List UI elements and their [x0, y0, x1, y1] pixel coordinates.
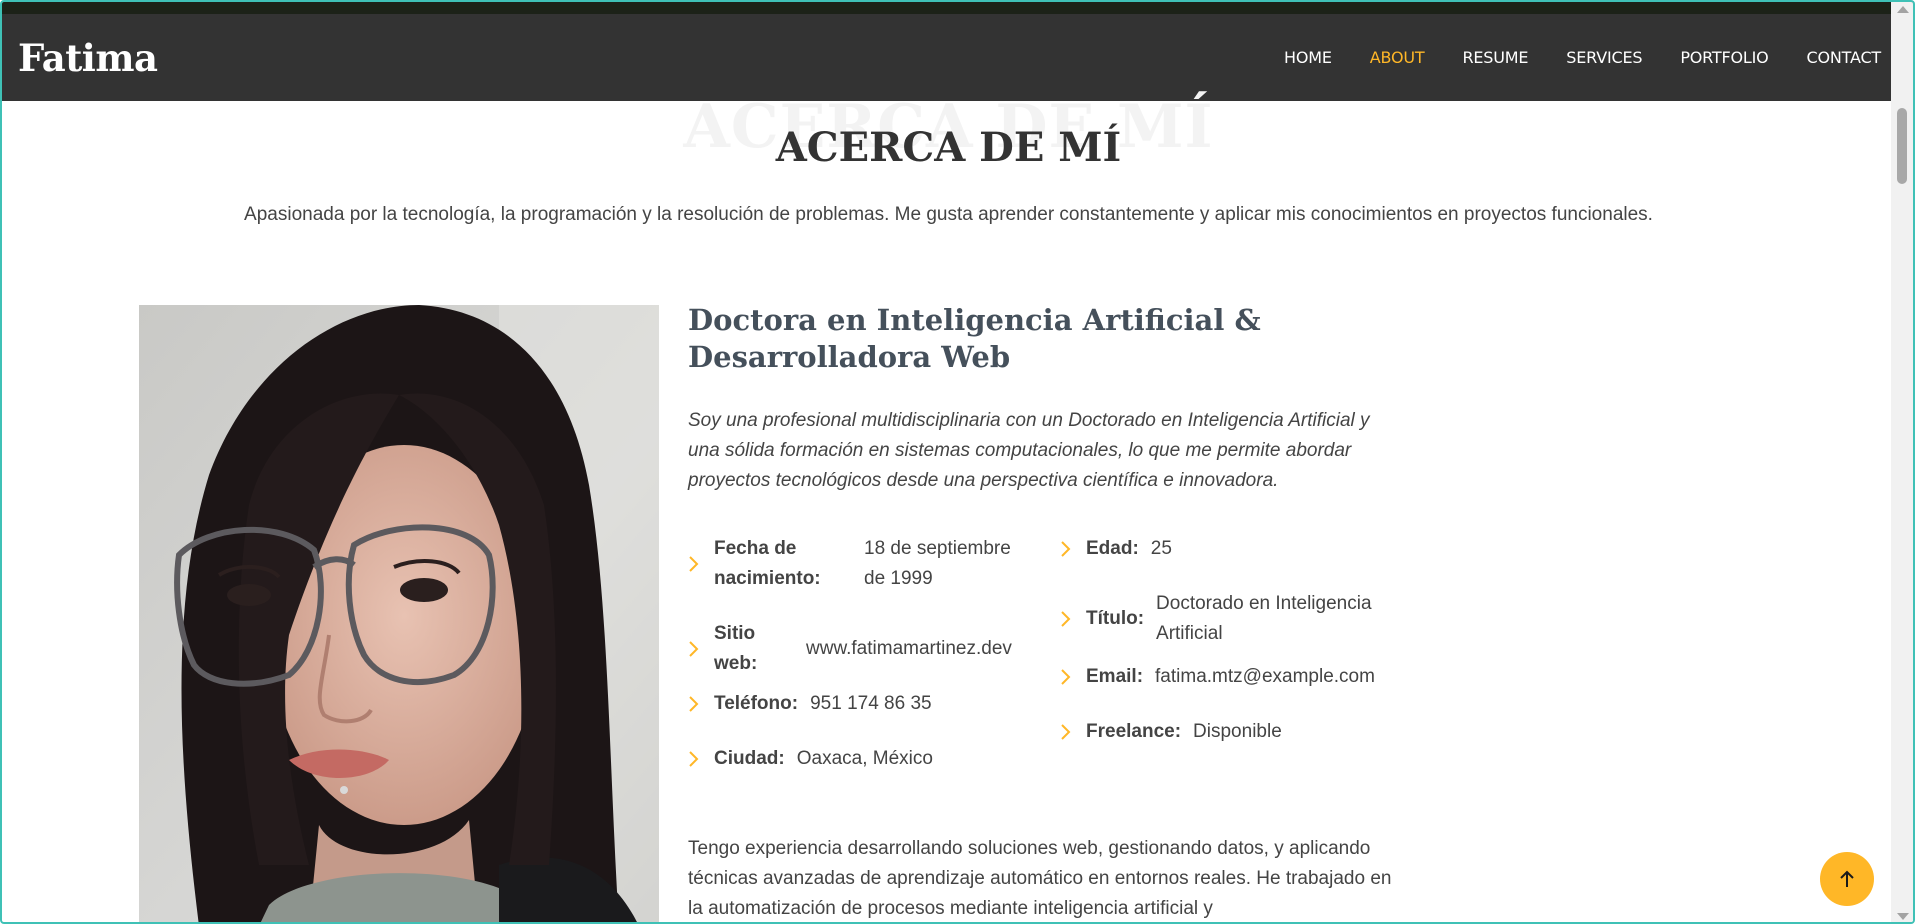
info-value: Disponible: [1193, 721, 1282, 742]
experience-paragraph: Tengo experiencia desarrollando solucion…: [688, 838, 1392, 919]
scroll-down-arrow-icon[interactable]: [1897, 913, 1909, 920]
nav-services[interactable]: SERVICES: [1566, 48, 1642, 67]
browser-viewport: Fatima HOME ABOUT RESUME SERVICES PORTFO…: [0, 0, 1915, 924]
chevron-right-icon: [688, 549, 714, 579]
chevron-right-icon: [1060, 534, 1086, 564]
intro-paragraph: Soy una profesional multidisciplinaria c…: [688, 410, 1370, 491]
info-label: Freelance:: [1086, 721, 1182, 742]
scroll-up-arrow-icon[interactable]: [1897, 6, 1909, 13]
info-value: 18 de septiembre de 1999: [864, 538, 1011, 589]
page-scrollbar[interactable]: [1891, 2, 1913, 922]
chevron-right-icon: [1060, 662, 1086, 692]
info-value: www.fatimamartinez.dev: [806, 638, 1012, 659]
info-label: Ciudad:: [714, 748, 785, 769]
chevron-right-icon: [688, 689, 714, 719]
info-label: Título:: [1086, 608, 1145, 629]
nav-about[interactable]: ABOUT: [1370, 48, 1425, 67]
info-value: 951 174 86 35: [810, 693, 932, 714]
info-email: Email: fatima.mtz@example.com: [1060, 662, 1375, 692]
info-phone: Teléfono: 951 174 86 35: [688, 689, 932, 719]
site-header: Fatima HOME ABOUT RESUME SERVICES PORTFO…: [2, 14, 1895, 101]
chevron-right-icon: [688, 634, 714, 664]
info-value: fatima.mtz@example.com: [1155, 666, 1375, 687]
nav-home[interactable]: HOME: [1284, 48, 1332, 67]
info-freelance: Freelance: Disponible: [1060, 717, 1282, 747]
role-title-line1: Doctora en Inteligencia Artificial &: [688, 303, 1261, 337]
info-label: Teléfono:: [714, 693, 799, 714]
nav-resume[interactable]: RESUME: [1462, 48, 1528, 67]
nav-portfolio[interactable]: PORTFOLIO: [1680, 48, 1768, 67]
info-value: Doctorado en Inteligencia Artificial: [1156, 593, 1372, 644]
nav-contact[interactable]: CONTACT: [1807, 48, 1882, 67]
info-city: Ciudad: Oaxaca, México: [688, 744, 933, 774]
section-subtitle: Apasionada por la tecnología, la program…: [244, 204, 1653, 225]
arrow-up-icon: [1840, 870, 1854, 887]
profile-portrait-illustration: [139, 305, 659, 922]
hero-image-strip: [2, 2, 1913, 14]
about-content: Doctora en Inteligencia Artificial & Des…: [688, 302, 1408, 919]
role-title: Doctora en Inteligencia Artificial & Des…: [688, 302, 1408, 376]
chevron-right-icon: [1060, 717, 1086, 747]
info-website: Sitio web: www.fatimamartinez.dev: [688, 619, 1058, 679]
info-label: Email:: [1086, 666, 1144, 687]
profile-photo: [139, 305, 659, 922]
role-title-line2: Desarrolladora Web: [688, 340, 1011, 374]
main-nav: HOME ABOUT RESUME SERVICES PORTFOLIO CON…: [1246, 48, 1881, 67]
info-value: 25: [1150, 538, 1172, 559]
info-label: Edad:: [1086, 538, 1139, 559]
chevron-right-icon: [688, 744, 714, 774]
back-to-top-button[interactable]: [1820, 852, 1874, 906]
info-age: Edad: 25: [1060, 534, 1172, 564]
info-value: Oaxaca, México: [796, 748, 933, 769]
info-label: Sitio web:: [714, 623, 758, 674]
info-degree: Título: Doctorado en Inteligencia Artifi…: [1060, 589, 1410, 649]
chevron-right-icon: [1060, 604, 1086, 634]
section-title: ACERCA DE MÍ: [775, 124, 1122, 171]
site-logo[interactable]: Fatima: [18, 36, 158, 80]
scrollbar-thumb[interactable]: [1897, 108, 1907, 184]
info-label: Fecha de nacimiento:: [714, 538, 821, 589]
info-birthdate: Fecha de nacimiento: 18 de septiembre de…: [688, 534, 1048, 594]
